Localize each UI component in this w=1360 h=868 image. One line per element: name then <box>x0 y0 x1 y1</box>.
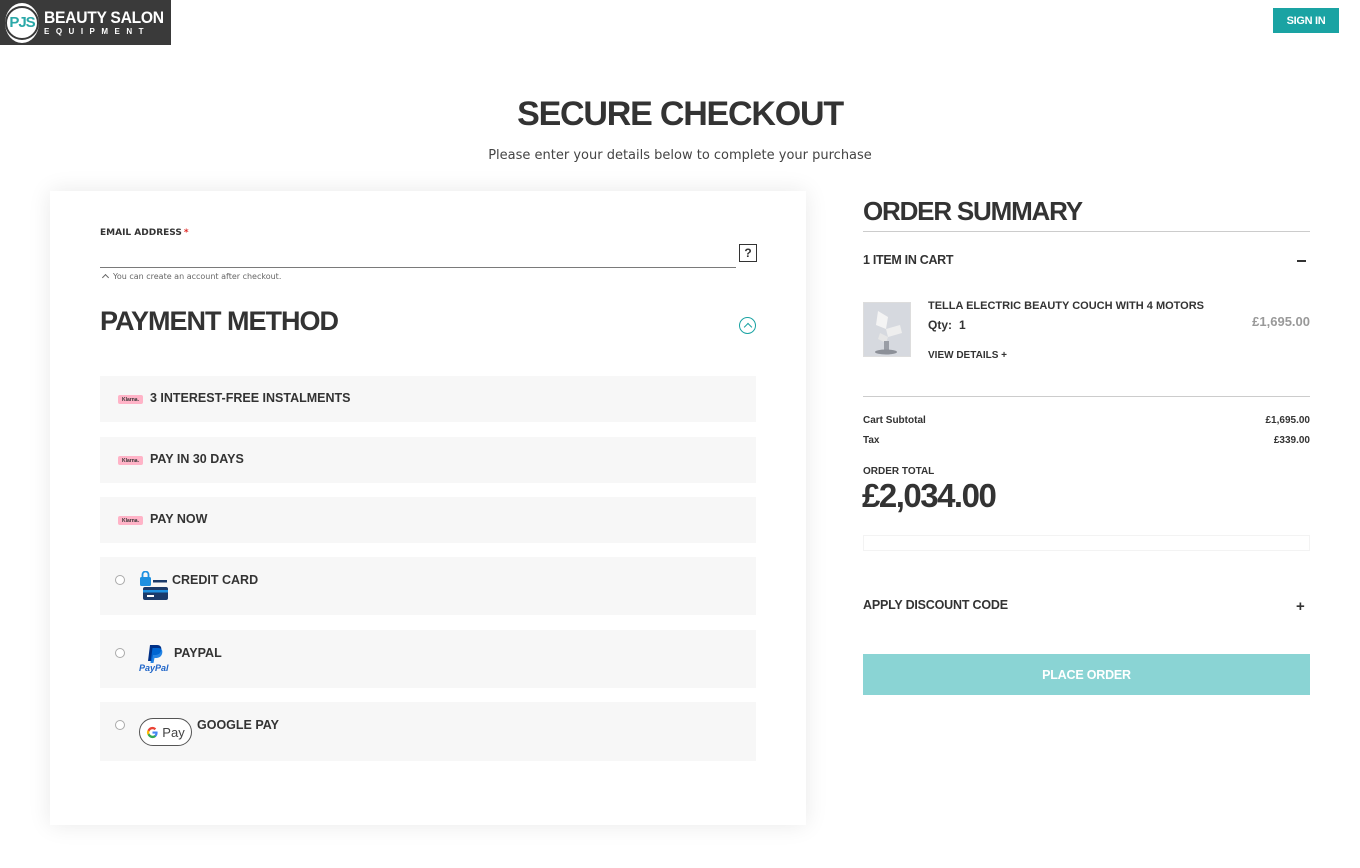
item-qty: 1 <box>959 318 966 332</box>
caret-up-icon <box>101 273 110 282</box>
payment-option-label: GOOGLE PAY <box>197 718 279 732</box>
payment-option-klarna-instalments[interactable]: Klarna. 3 INTEREST-FREE INSTALMENTS <box>100 376 756 422</box>
google-pay-radio[interactable] <box>115 720 125 730</box>
sign-in-button[interactable]: SIGN IN <box>1273 8 1339 33</box>
payment-option-klarna-30-days[interactable]: Klarna. PAY IN 30 DAYS <box>100 437 756 483</box>
payment-option-label: 3 INTEREST-FREE INSTALMENTS <box>150 391 351 405</box>
required-mark: * <box>183 228 189 238</box>
email-label: EMAIL ADDRESS * <box>100 228 189 238</box>
credit-card-icon <box>140 571 168 600</box>
items-in-cart-heading[interactable]: 1 ITEM IN CART <box>863 253 954 267</box>
order-total-value: £2,034.00 <box>862 477 997 514</box>
subtotal-value: £1,695.00 <box>1265 415 1311 426</box>
view-details-link[interactable]: VIEW DETAILS + <box>928 350 1007 361</box>
place-order-button[interactable]: PLACE ORDER <box>863 654 1310 695</box>
divider <box>863 231 1310 232</box>
help-icon[interactable]: ? <box>739 244 757 262</box>
email-field[interactable] <box>100 241 736 268</box>
payment-option-credit-card[interactable]: CREDIT CARD <box>100 557 756 615</box>
payment-collapse-icon[interactable] <box>739 317 756 334</box>
order-summary-title: ORDER SUMMARY <box>863 196 1083 226</box>
email-label-text: EMAIL ADDRESS <box>100 228 182 238</box>
klarna-icon: Klarna. <box>118 395 143 404</box>
product-thumbnail[interactable] <box>863 302 911 357</box>
tax-value: £339.00 <box>1273 435 1310 446</box>
payment-option-google-pay[interactable]: Pay GOOGLE PAY <box>100 702 756 761</box>
credit-card-radio[interactable] <box>115 575 125 585</box>
payment-option-paypal[interactable]: PayPal PAYPAL <box>100 630 756 688</box>
payment-option-label: PAY NOW <box>150 512 208 526</box>
expand-plus-icon[interactable]: + <box>1296 598 1305 615</box>
logo-badge: PJS <box>5 2 39 43</box>
paypal-radio[interactable] <box>115 648 125 658</box>
page-title: SECURE CHECKOUT <box>517 95 844 133</box>
logo-initials: PJS <box>5 5 39 40</box>
payment-option-klarna-pay-now[interactable]: Klarna. PAY NOW <box>100 497 756 543</box>
collapse-minus-icon[interactable] <box>1297 260 1306 262</box>
email-note: You can create an account after checkout… <box>100 272 282 282</box>
logo-subtitle: EQUIPMENT <box>44 27 151 36</box>
payment-option-label: CREDIT CARD <box>172 573 259 587</box>
checkout-form-panel: EMAIL ADDRESS * ? You can create an accou… <box>50 191 806 825</box>
google-g-icon <box>147 726 158 738</box>
logo-text: BEAUTY SALON EQUIPMENT <box>44 8 174 37</box>
payment-method-title: PAYMENT METHOD <box>100 306 339 336</box>
item-price: £1,695.00 <box>1252 314 1310 329</box>
beauty-couch-image <box>864 303 910 356</box>
google-pay-wordmark: Pay <box>162 724 185 740</box>
klarna-icon: Klarna. <box>118 456 143 465</box>
email-note-text: You can create an account after checkout… <box>113 272 282 281</box>
tax-label: Tax <box>863 435 880 446</box>
page-subtitle: Please enter your details below to compl… <box>488 148 872 163</box>
summary-separator-box <box>863 535 1310 551</box>
apply-discount-toggle[interactable]: APPLY DISCOUNT CODE <box>863 598 1008 612</box>
paypal-icon <box>148 645 163 663</box>
klarna-icon: Klarna. <box>118 516 143 525</box>
paypal-wordmark: PayPal <box>139 663 169 673</box>
payment-option-label: PAY IN 30 DAYS <box>150 452 244 466</box>
logo-title: BEAUTY SALON <box>44 8 164 27</box>
subtotal-label: Cart Subtotal <box>863 415 926 426</box>
chevron-up-icon <box>743 322 752 332</box>
order-total-label: ORDER TOTAL <box>863 466 935 477</box>
item-qty-label: Qty: <box>928 318 952 332</box>
item-name: TELLA ELECTRIC BEAUTY COUCH WITH 4 MOTOR… <box>928 300 1205 312</box>
payment-option-label: PAYPAL <box>174 646 222 660</box>
divider <box>863 396 1310 397</box>
google-pay-icon: Pay <box>139 718 192 746</box>
brand-logo[interactable]: PJS BEAUTY SALON EQUIPMENT <box>0 0 171 45</box>
